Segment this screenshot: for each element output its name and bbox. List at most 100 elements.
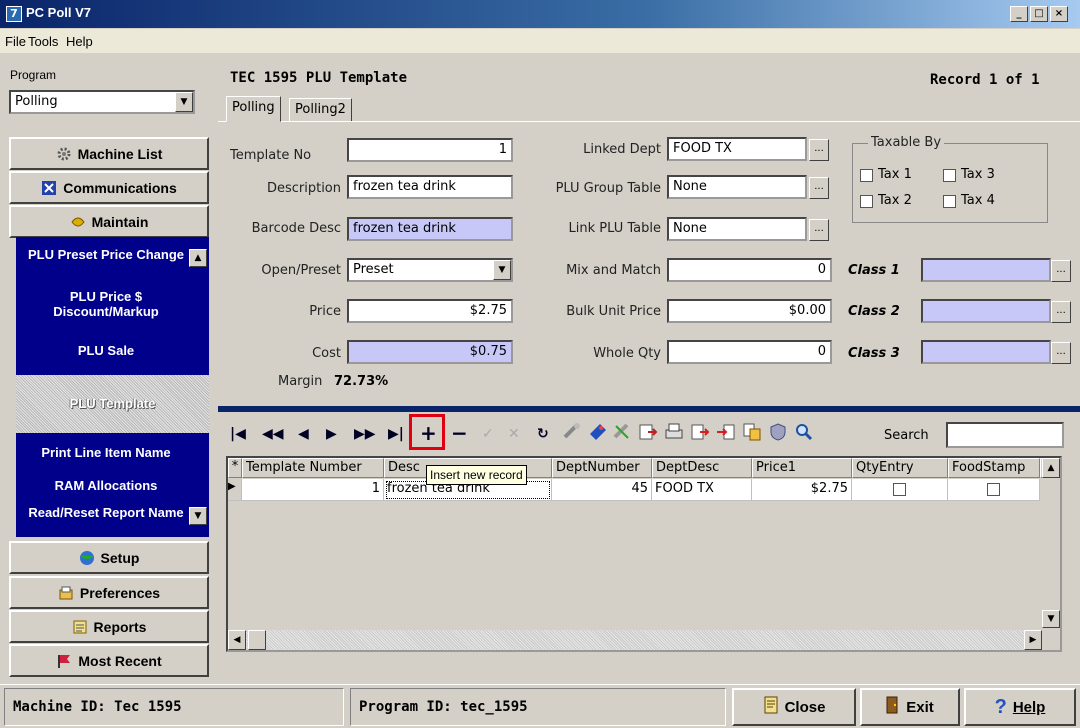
menu-tools[interactable]: Tools [28, 34, 58, 49]
help-button[interactable]: ? Help [964, 688, 1076, 726]
last-record-button[interactable]: ▶| [388, 426, 404, 442]
class1-browse-button[interactable]: ... [1051, 260, 1071, 282]
grid-header-template-number[interactable]: Template Number [242, 458, 384, 478]
qty-entry-checkbox[interactable] [893, 483, 906, 496]
filter-icon[interactable] [562, 422, 582, 442]
add-record-button[interactable]: + [420, 421, 437, 445]
export-icon[interactable] [638, 422, 658, 442]
grid-header-qty-entry[interactable]: QtyEntry [852, 458, 948, 478]
nav-communications[interactable]: Communications [9, 171, 209, 204]
sub-plu-preset-price-change[interactable]: PLU Preset Price Change [16, 247, 196, 262]
cell-price1[interactable]: $2.75 [752, 479, 852, 501]
cost-field[interactable]: $0.75 [347, 340, 513, 364]
plu-group-field[interactable]: None [667, 175, 807, 199]
open-preset-value: Preset [353, 262, 394, 277]
menu-help[interactable]: Help [66, 34, 93, 49]
grid-scroll-left[interactable]: ◀ [228, 630, 246, 650]
linked-dept-browse-button[interactable]: ... [809, 139, 829, 161]
nav-machine-list[interactable]: Machine List [9, 137, 209, 170]
menu-file[interactable]: File [5, 34, 26, 49]
link-plu-field[interactable]: None [667, 217, 807, 241]
tax3-checkbox[interactable] [943, 169, 956, 182]
cell-qty-entry[interactable] [852, 479, 948, 501]
print-icon[interactable] [664, 422, 684, 442]
tax4-checkbox[interactable] [943, 195, 956, 208]
search-input[interactable] [946, 422, 1064, 448]
tag-icon[interactable] [588, 422, 608, 442]
tab-polling[interactable]: Polling [226, 96, 281, 122]
whole-qty-field[interactable]: 0 [667, 340, 832, 364]
link-plu-browse-button[interactable]: ... [809, 219, 829, 241]
sub-plu-price-discount[interactable]: PLU Price $ Discount/Markup [16, 289, 196, 319]
class2-field[interactable] [921, 299, 1051, 323]
search-icon[interactable] [794, 422, 814, 442]
maximize-button[interactable]: □ [1030, 6, 1048, 22]
price-field[interactable]: $2.75 [347, 299, 513, 323]
print-preview-icon[interactable] [690, 422, 710, 442]
chevron-down-icon[interactable]: ▼ [493, 260, 511, 280]
refresh-button[interactable]: ↻ [537, 426, 549, 442]
horizontal-scrollbar[interactable]: ◀ ▶ [228, 630, 1042, 650]
copy-icon[interactable] [742, 422, 762, 442]
first-record-button[interactable]: |◀ [230, 426, 246, 442]
records-grid[interactable]: * Template Number Desc DeptNumber DeptDe… [226, 456, 1062, 652]
nav-maintain[interactable]: Maintain [9, 205, 209, 238]
tax1-checkbox[interactable] [860, 169, 873, 182]
class1-field[interactable] [921, 258, 1051, 282]
program-select[interactable]: Polling ▼ [9, 90, 195, 114]
import-icon[interactable] [716, 422, 736, 442]
sub-plu-sale[interactable]: PLU Sale [16, 343, 196, 358]
grid-scroll-down[interactable]: ▼ [1042, 610, 1060, 628]
grid-scroll-right[interactable]: ▶ [1024, 630, 1042, 650]
confirm-button[interactable]: ✓ [482, 426, 494, 442]
barcode-desc-field[interactable]: frozen tea drink [347, 217, 513, 241]
nav-preferences[interactable]: Preferences [9, 576, 209, 609]
plu-group-browse-button[interactable]: ... [809, 177, 829, 199]
next-page-button[interactable]: ▶▶ [354, 426, 376, 442]
prev-page-button[interactable]: ◀◀ [262, 426, 284, 442]
mix-match-field[interactable]: 0 [667, 258, 832, 282]
chevron-down-icon[interactable]: ▼ [175, 92, 193, 112]
nav-most-recent[interactable]: Most Recent [9, 644, 209, 677]
grid-header-dept-desc[interactable]: DeptDesc [652, 458, 752, 478]
cell-food-stamp[interactable] [948, 479, 1040, 501]
delete-record-button[interactable]: − [451, 421, 468, 445]
open-preset-select[interactable]: Preset ▼ [347, 258, 513, 282]
next-record-button[interactable]: ▶ [326, 426, 337, 442]
sub-read-reset-report-name[interactable]: Read/Reset Report Name [26, 505, 186, 520]
grid-header-dept-number[interactable]: DeptNumber [552, 458, 652, 478]
minimize-button[interactable]: _ [1010, 6, 1028, 22]
splitter[interactable] [218, 406, 1080, 412]
sub-plu-template[interactable]: PLU Template [16, 375, 209, 433]
cell-template-number[interactable]: 1 [242, 479, 384, 501]
description-field[interactable]: frozen tea drink [347, 175, 513, 199]
linked-dept-field[interactable]: FOOD TX [667, 137, 807, 161]
template-no-field[interactable]: 1 [347, 138, 513, 162]
nav-reports[interactable]: Reports [9, 610, 209, 643]
cell-dept-desc[interactable]: FOOD TX [652, 479, 752, 501]
sub-ram-allocations[interactable]: RAM Allocations [16, 478, 196, 493]
cancel-button[interactable]: ✕ [508, 426, 520, 442]
submenu-scroll-down[interactable]: ▼ [189, 507, 207, 525]
clear-filter-icon[interactable] [612, 422, 632, 442]
horizontal-scroll-thumb[interactable] [248, 630, 266, 650]
exit-button[interactable]: Exit [860, 688, 960, 726]
grid-scroll-up[interactable]: ▲ [1042, 458, 1060, 478]
food-stamp-checkbox[interactable] [987, 483, 1000, 496]
class3-field[interactable] [921, 340, 1051, 364]
class3-browse-button[interactable]: ... [1051, 342, 1071, 364]
class2-browse-button[interactable]: ... [1051, 301, 1071, 323]
submenu-scroll-up[interactable]: ▲ [189, 249, 207, 267]
shield-icon[interactable] [768, 422, 788, 442]
nav-setup[interactable]: Setup [9, 541, 209, 574]
grid-header-price1[interactable]: Price1 [752, 458, 852, 478]
close-window-button[interactable]: × [1050, 6, 1068, 22]
sub-print-line-item-name[interactable]: Print Line Item Name [16, 445, 196, 460]
cell-dept-number[interactable]: 45 [552, 479, 652, 501]
tax2-checkbox[interactable] [860, 195, 873, 208]
grid-header-food-stamp[interactable]: FoodStamp [948, 458, 1040, 478]
close-button[interactable]: Close [732, 688, 856, 726]
bulk-price-field[interactable]: $0.00 [667, 299, 832, 323]
prev-record-button[interactable]: ◀ [298, 426, 309, 442]
tab-polling2[interactable]: Polling2 [289, 98, 352, 122]
